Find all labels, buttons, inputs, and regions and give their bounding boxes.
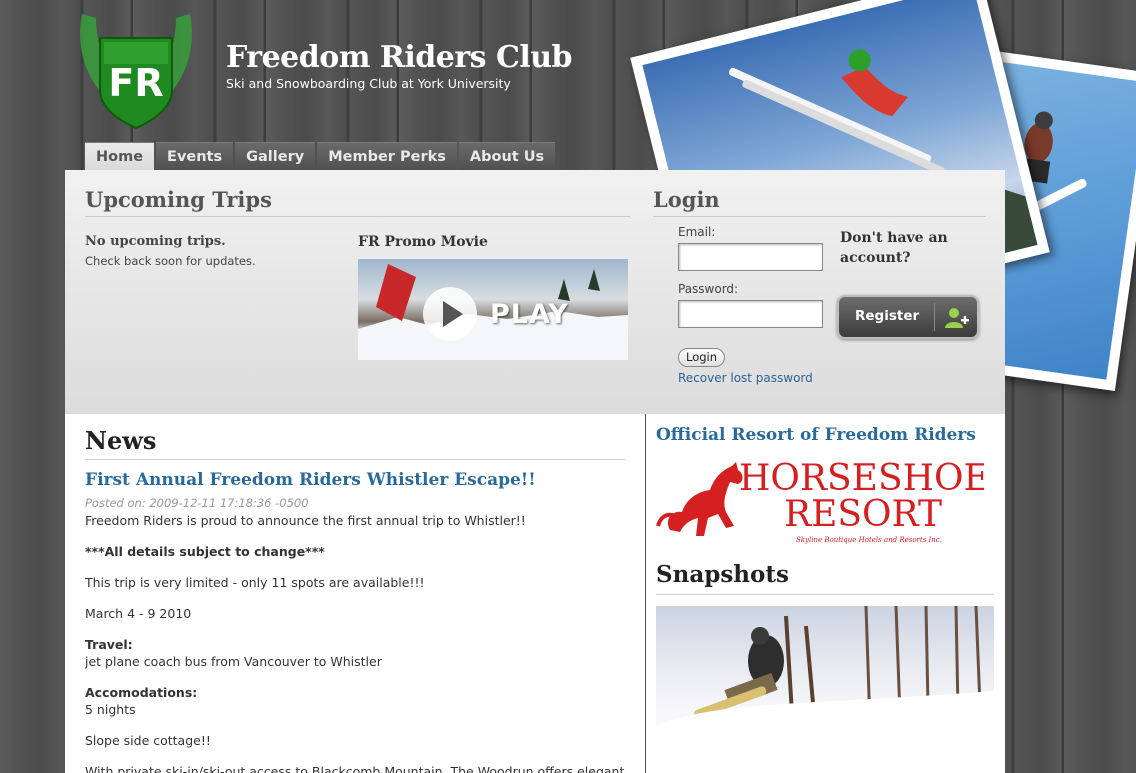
club-logo[interactable]: FR xyxy=(74,4,198,134)
play-label: PLAY xyxy=(490,299,569,330)
travel-text: jet plane coach bus from Vancouver to Wh… xyxy=(85,654,382,669)
email-label: Email: xyxy=(678,225,716,239)
tab-about-us[interactable]: About Us xyxy=(458,142,556,170)
accom-text: 5 nights xyxy=(85,702,136,717)
post-limited: This trip is very limited - only 11 spot… xyxy=(85,575,425,590)
accom-label: Accomodations: xyxy=(85,685,198,700)
divider xyxy=(656,594,994,595)
travel-label: Travel: xyxy=(85,637,133,652)
tab-events[interactable]: Events xyxy=(156,142,234,170)
password-field[interactable] xyxy=(678,300,823,328)
login-title: Login xyxy=(653,187,720,212)
no-account-text: Don't have an account? xyxy=(840,230,948,266)
post-access: With private ski-in/ski-out access to Bl… xyxy=(85,764,625,773)
divider xyxy=(934,303,935,331)
no-trips-text: Check back soon for updates. xyxy=(85,254,256,268)
play-icon xyxy=(443,301,463,327)
post-intro: Freedom Riders is proud to announce the … xyxy=(85,513,526,528)
divider xyxy=(85,216,630,217)
post-title-link[interactable]: First Annual Freedom Riders Whistler Esc… xyxy=(85,470,536,490)
password-label: Password: xyxy=(678,282,739,296)
top-panel: Upcoming Trips No upcoming trips. Check … xyxy=(65,170,1005,414)
resort-tagline: Skyline Boutique Hotels and Resorts Inc. xyxy=(796,536,942,544)
main-nav: Home Events Gallery Member Perks About U… xyxy=(85,142,556,170)
register-button[interactable]: Register xyxy=(837,295,979,339)
play-button[interactable] xyxy=(423,287,477,341)
club-logo-icon: FR xyxy=(80,14,192,130)
divider xyxy=(653,216,986,217)
login-button[interactable]: Login xyxy=(678,348,726,367)
post-dates: March 4 - 9 2010 xyxy=(85,606,192,621)
resort-name-line2: RESORT xyxy=(784,494,942,535)
side-panel: Official Resort of Freedom Riders HORSES… xyxy=(646,414,1005,773)
snapshot-illustration xyxy=(656,606,994,773)
resort-name-line1: HORSESHOE xyxy=(739,458,984,499)
promo-movie-title: FR Promo Movie xyxy=(358,234,488,250)
logo-text: FR xyxy=(108,61,163,105)
promo-video-player[interactable]: PLAY xyxy=(358,259,628,360)
divider xyxy=(85,459,625,460)
tab-gallery[interactable]: Gallery xyxy=(235,142,316,170)
snapshots-title: Snapshots xyxy=(656,561,789,588)
tab-member-perks[interactable]: Member Perks xyxy=(317,142,457,170)
register-label: Register xyxy=(855,308,920,324)
news-title: News xyxy=(85,426,157,455)
resort-heading: Official Resort of Freedom Riders xyxy=(656,425,976,445)
upcoming-trips-title: Upcoming Trips xyxy=(85,187,272,212)
post-slope: Slope side cottage!! xyxy=(85,733,211,748)
recover-password-link[interactable]: Recover lost password xyxy=(678,371,813,385)
site-subtitle: Ski and Snowboarding Club at York Univer… xyxy=(226,76,511,91)
site-title[interactable]: Freedom Riders Club xyxy=(226,40,573,75)
email-field[interactable] xyxy=(678,243,823,271)
news-panel: News First Annual Freedom Riders Whistle… xyxy=(65,414,645,773)
add-user-icon xyxy=(945,308,969,328)
snapshot-photo[interactable] xyxy=(656,606,994,773)
post-meta: Posted on: 2009-12-11 17:18:36 -0500 xyxy=(85,496,309,510)
post-body: Freedom Riders is proud to announce the … xyxy=(85,512,630,773)
tab-home[interactable]: Home xyxy=(85,142,155,170)
horseshoe-resort-logo[interactable]: HORSESHOE RESORT Skyline Boutique Hotels… xyxy=(656,452,990,552)
no-trips-heading: No upcoming trips. xyxy=(85,234,226,249)
horse-icon: HORSESHOE RESORT Skyline Boutique Hotels… xyxy=(656,458,990,544)
post-notice: ***All details subject to change*** xyxy=(85,544,325,559)
